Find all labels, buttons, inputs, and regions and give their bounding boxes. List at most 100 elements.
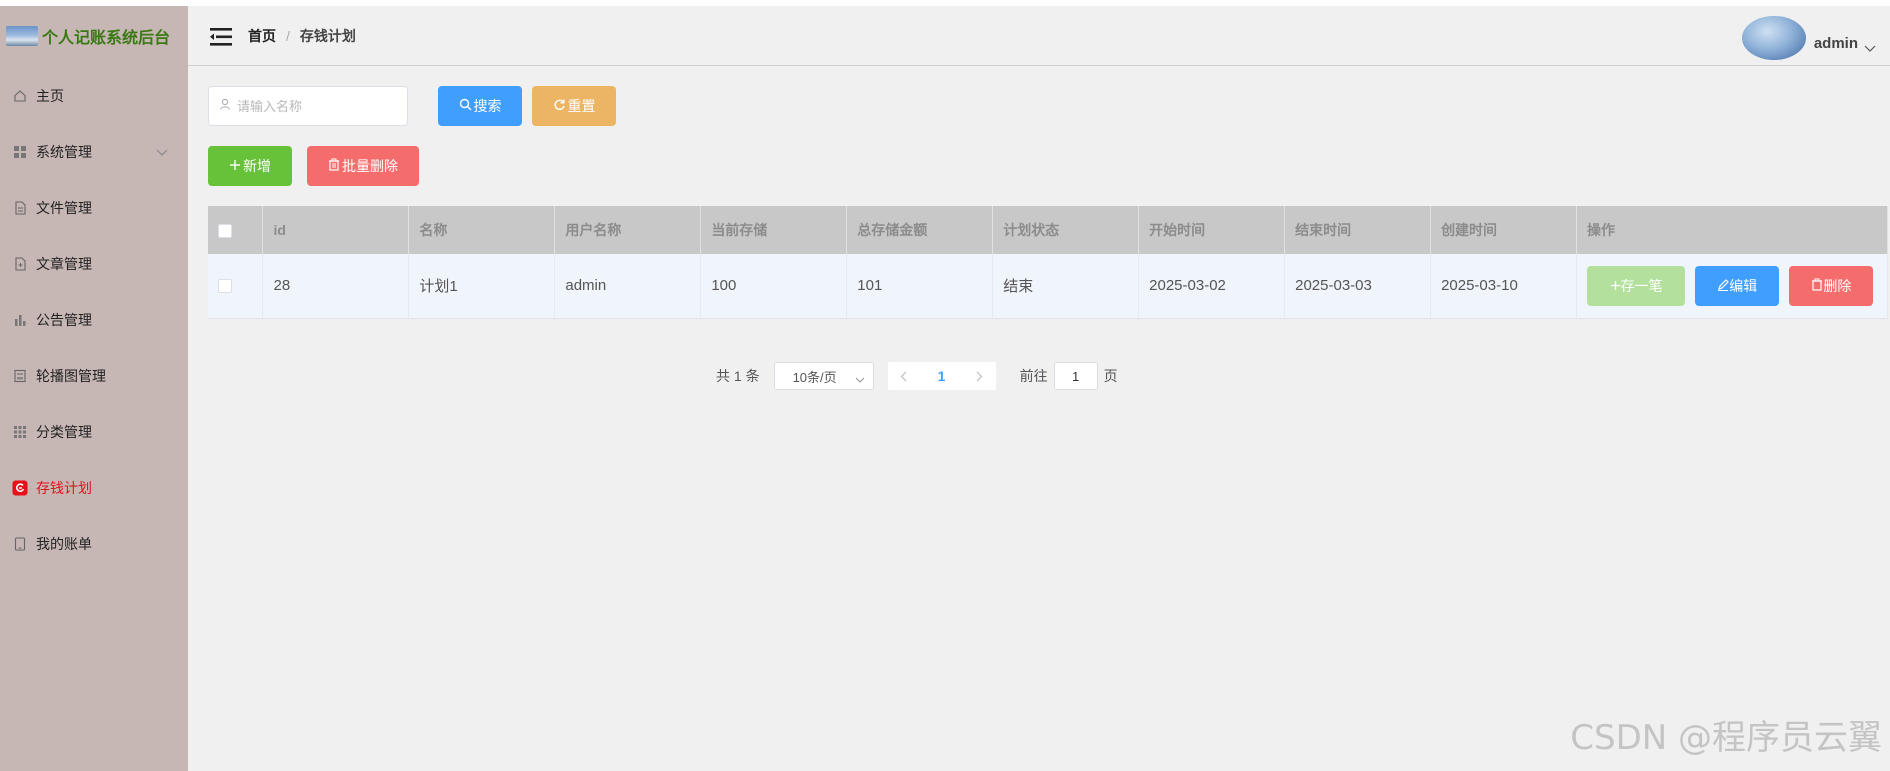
app-title: 个人记账系统后台 — [42, 28, 171, 47]
edit-button[interactable]: 编辑 — [1695, 265, 1780, 306]
sidebar-item-label: 系统管理 — [36, 144, 92, 160]
goto-label: 前往 — [1019, 368, 1048, 384]
table-header-row: id 名称 用户名称 当前存储 总存储金额 计划状态 开始时间 结束时间 创建时… — [208, 206, 1888, 254]
top-header: 首页 / 存钱计划 admin — [188, 6, 1890, 66]
article-icon — [12, 256, 28, 272]
brand-logo — [6, 26, 38, 46]
sidebar-item-notices[interactable]: 公告管理 — [0, 292, 188, 348]
prev-page-button[interactable] — [888, 362, 920, 390]
column-header[interactable]: 用户名称 — [554, 206, 702, 254]
cell-end: 2025-03-03 — [1284, 254, 1432, 319]
search-input[interactable] — [237, 98, 397, 114]
column-header: 操作 — [1576, 206, 1888, 254]
table-row: 28 计划1 admin 100 101 结束 2025-03-02 2025-… — [208, 254, 1888, 319]
home-icon — [12, 88, 28, 104]
menu-toggle-icon[interactable] — [210, 28, 232, 51]
user-icon — [219, 97, 231, 115]
batch-delete-label: 批量删除 — [342, 158, 398, 174]
delete-button[interactable]: 删除 — [1789, 265, 1874, 306]
main-content: 搜索 重置 新增 批量删除 id 名称 用户名称 当前存储 总存储金 — [188, 66, 1890, 771]
breadcrumb: 首页 / 存钱计划 — [248, 26, 356, 46]
column-header[interactable]: 计划状态 — [992, 206, 1140, 254]
tablet-icon — [12, 536, 28, 552]
cell-name: 计划1 — [408, 254, 556, 319]
pager: 1 — [887, 362, 996, 390]
goto-page-input[interactable] — [1053, 362, 1098, 390]
refresh-icon — [553, 98, 568, 114]
cell-start: 2025-03-02 — [1138, 254, 1286, 319]
watermark: CSDN @程序员云翼 — [1570, 718, 1882, 758]
trash-icon — [1811, 278, 1823, 294]
chevron-down-icon — [855, 372, 865, 387]
apps-icon — [12, 424, 28, 440]
add-button[interactable]: 新增 — [208, 146, 292, 186]
sidebar-item-label: 文章管理 — [36, 256, 92, 272]
pagination: 共 1 条 10条/页 1 前往 页 — [716, 362, 1118, 390]
sidebar-item-home[interactable]: 主页 — [0, 68, 188, 124]
plan-icon — [12, 480, 28, 496]
username[interactable]: admin — [1814, 35, 1858, 52]
breadcrumb-current: 存钱计划 — [299, 28, 356, 44]
sidebar-item-system[interactable]: 系统管理 — [0, 124, 188, 180]
reset-button-label: 重置 — [567, 98, 596, 114]
row-checkbox[interactable] — [218, 279, 232, 294]
cell-created: 2025-03-10 — [1430, 254, 1578, 319]
sidebar-item-articles[interactable]: 文章管理 — [0, 236, 188, 292]
column-header[interactable]: 创建时间 — [1430, 206, 1578, 254]
page-suffix: 页 — [1103, 368, 1118, 384]
reset-button[interactable]: 重置 — [532, 86, 616, 126]
add-button-label: 新增 — [243, 158, 271, 174]
savings-plan-table: id 名称 用户名称 当前存储 总存储金额 计划状态 开始时间 结束时间 创建时… — [208, 206, 1888, 319]
breadcrumb-home[interactable]: 首页 — [248, 26, 276, 46]
avatar[interactable] — [1742, 16, 1806, 60]
picture-icon — [12, 368, 28, 384]
search-field[interactable] — [208, 86, 408, 126]
cell-user: admin — [554, 254, 702, 319]
sidebar-item-savings-plan[interactable]: 存钱计划 — [0, 460, 188, 516]
sidebar-item-label: 存钱计划 — [36, 480, 92, 496]
column-header[interactable]: 开始时间 — [1138, 206, 1286, 254]
total-count: 共 1 条 — [716, 368, 760, 384]
cell-status: 结束 — [992, 254, 1140, 319]
deposit-label: 存一笔 — [1620, 277, 1663, 294]
bar-chart-icon — [12, 312, 28, 328]
column-header[interactable]: id — [262, 206, 410, 254]
page-size-select[interactable]: 10条/页 — [773, 362, 874, 390]
brand: 个人记账系统后台 — [0, 6, 188, 66]
select-all-cell — [208, 206, 264, 254]
cell-current: 100 — [700, 254, 848, 319]
select-all-checkbox[interactable] — [218, 224, 232, 239]
sidebar-item-label: 主页 — [36, 88, 64, 104]
sidebar-item-files[interactable]: 文件管理 — [0, 180, 188, 236]
page-number[interactable]: 1 — [920, 368, 964, 384]
sidebar-item-categories[interactable]: 分类管理 — [0, 404, 188, 460]
sidebar-item-label: 我的账单 — [36, 536, 92, 552]
column-header[interactable]: 结束时间 — [1284, 206, 1432, 254]
sidebar-item-label: 公告管理 — [36, 312, 92, 328]
next-page-button[interactable] — [964, 362, 996, 390]
column-header[interactable]: 名称 — [408, 206, 556, 254]
search-button-label: 搜索 — [473, 98, 502, 114]
edit-label: 编辑 — [1729, 277, 1758, 294]
cell-total: 101 — [846, 254, 994, 319]
plus-icon — [1610, 278, 1621, 294]
plus-icon — [229, 158, 243, 174]
page-size-value: 10条/页 — [792, 369, 837, 385]
sidebar-item-my-bills[interactable]: 我的账单 — [0, 516, 188, 572]
sidebar-menu: 主页 系统管理 文件管理 文章管理 公告管理 轮播图管理 分类管理 存钱计划 我… — [0, 68, 188, 572]
trash-icon — [328, 158, 342, 174]
sidebar-item-label: 文件管理 — [36, 200, 92, 216]
batch-delete-button[interactable]: 批量删除 — [307, 146, 419, 186]
column-header[interactable]: 总存储金额 — [846, 206, 994, 254]
chevron-down-icon[interactable] — [1864, 40, 1876, 58]
sidebar-item-carousel[interactable]: 轮播图管理 — [0, 348, 188, 404]
column-header[interactable]: 当前存储 — [700, 206, 848, 254]
search-button[interactable]: 搜索 — [438, 86, 522, 126]
search-icon — [459, 98, 474, 114]
cell-id: 28 — [262, 254, 410, 319]
breadcrumb-separator: / — [286, 28, 290, 44]
deposit-button[interactable]: 存一笔 — [1587, 265, 1686, 306]
cell-actions: 存一笔 编辑 删除 — [1576, 254, 1888, 319]
grid-icon — [12, 144, 28, 160]
chevron-down-icon — [156, 144, 168, 162]
